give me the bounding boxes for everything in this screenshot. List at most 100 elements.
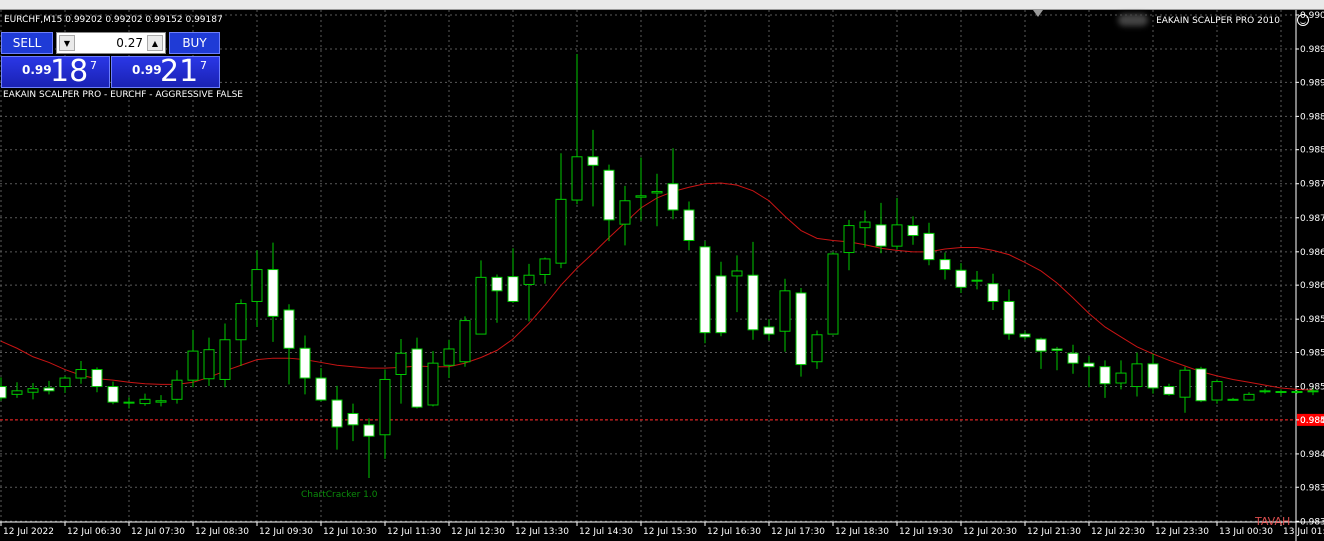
bid-price-button[interactable]: 0.99 18 7 xyxy=(1,54,110,89)
candle-body-bull xyxy=(59,377,71,388)
candle-body-bull xyxy=(443,348,455,366)
candle-body-bull xyxy=(395,352,407,375)
lot-decrease-icon[interactable]: ▼ xyxy=(59,35,75,51)
candle-body-bull xyxy=(1131,363,1143,388)
time-tick-label: 12 Jul 09:30 xyxy=(259,527,313,537)
candle-body-bear xyxy=(795,292,807,366)
bid-prefix: 0.99 xyxy=(22,63,52,77)
candle-body-bear xyxy=(1051,348,1063,351)
candle-body-bull xyxy=(1243,393,1255,401)
candle-body-bear xyxy=(907,225,919,237)
candle-body-bull xyxy=(171,379,183,400)
candle-body-bull xyxy=(651,191,663,194)
candle-body-bull xyxy=(811,334,823,363)
time-tick-label: 12 Jul 15:30 xyxy=(643,527,697,537)
time-tick-label: 12 Jul 16:30 xyxy=(707,527,761,537)
candle-body-bull xyxy=(251,269,263,302)
candle-body-bear xyxy=(491,276,503,292)
horizontal-line: 0.985 xyxy=(0,413,1324,426)
candle-body-bull xyxy=(139,398,151,405)
price-tick-label: 0.984 xyxy=(1300,416,1324,426)
candle-body-bull xyxy=(1115,372,1127,384)
candle-body-bull xyxy=(859,221,871,229)
time-tick-label: 12 Jul 11:30 xyxy=(387,527,441,537)
candle-body-bear xyxy=(1067,352,1079,364)
candle-body-bear xyxy=(699,246,711,334)
ask-fraction: 7 xyxy=(200,59,207,72)
time-tick-label: 12 Jul 13:30 xyxy=(515,527,569,537)
candle-body-bull xyxy=(1227,398,1239,401)
bid-main: 18 xyxy=(50,54,89,89)
candle-body-bear xyxy=(267,269,279,317)
price-tick-label: 0.987 xyxy=(1300,180,1324,190)
candle-body-bear xyxy=(331,399,343,428)
candle-body-bull xyxy=(971,279,983,282)
time-tick-label: 13 Jul 01:30 xyxy=(1283,527,1324,537)
candle-body-bear xyxy=(1019,333,1031,338)
candle-body-bull xyxy=(827,253,839,335)
candle-body-bull xyxy=(523,274,535,285)
expert-status-text: EAKAIN SCALPER PRO - EURCHF - AGGRESSIVE… xyxy=(3,90,243,100)
candle-body-bear xyxy=(1083,362,1095,368)
price-tick-label: 0.987 xyxy=(1300,214,1324,224)
candle-body-bear xyxy=(987,283,999,302)
candle-body-bear xyxy=(107,386,119,403)
candle-body-bear xyxy=(507,276,519,302)
chart-shift-marker[interactable] xyxy=(1033,10,1043,17)
candle-body-bull xyxy=(27,388,39,393)
time-tick-label: 12 Jul 22:30 xyxy=(1091,527,1145,537)
lot-increase-icon[interactable]: ▲ xyxy=(147,35,163,51)
candle-body-bull xyxy=(203,349,215,380)
candle-body-bear xyxy=(1195,368,1207,402)
watermark-text: TAVAH xyxy=(1255,515,1291,528)
price-tick-label: 0.989 xyxy=(1300,78,1324,88)
expert-advisor-name: EAKAIN SCALPER PRO 2010 xyxy=(1156,16,1280,26)
candle-body-bear xyxy=(1163,386,1175,395)
candles xyxy=(0,53,1319,479)
candle-body-bull xyxy=(155,400,167,403)
buy-button[interactable]: BUY xyxy=(169,32,220,54)
candle-body-bear xyxy=(667,183,679,211)
candle-body-bear xyxy=(1035,338,1047,352)
time-tick-label: 12 Jul 18:30 xyxy=(835,527,889,537)
price-tick-label: 0.984 xyxy=(1300,450,1324,460)
chart-cracker-label: ChartCracker 1.0 xyxy=(301,490,378,500)
lot-size-input[interactable]: ▼ 0.27 ▲ xyxy=(56,32,166,54)
price-axis: 0.9900.9890.9890.9880.9880.9870.9870.986… xyxy=(1296,11,1324,527)
chart-area[interactable]: 0.985 0.990 0.989 0.989 0.988 0.988 0.987 0.98… xyxy=(0,10,1324,541)
candle-body-bull xyxy=(187,350,199,381)
candle-body-bull xyxy=(1211,381,1223,401)
price-tick-label: 0.988 xyxy=(1300,112,1324,122)
one-click-trading-panel: SELL ▼ 0.27 ▲ BUY 0.99 18 7 0.99 21 7 xyxy=(1,32,221,89)
time-tick-label: 12 Jul 08:30 xyxy=(195,527,249,537)
lot-value[interactable]: 0.27 xyxy=(116,36,143,50)
candle-body-bull xyxy=(555,198,567,264)
blurred-text xyxy=(1118,14,1148,26)
ask-main: 21 xyxy=(160,54,199,89)
price-tick-label: 0.985 xyxy=(1300,349,1324,359)
symbol-title: EURCHF,M15 0.99202 0.99202 0.99152 0.991… xyxy=(4,15,223,25)
candle-body-bull xyxy=(779,290,791,332)
time-tick-label: 12 Jul 19:30 xyxy=(899,527,953,537)
candle-body-bull xyxy=(731,270,743,277)
candle-body-bear xyxy=(363,424,375,437)
price-tick-label: 0.986 xyxy=(1300,248,1324,258)
ask-price-button[interactable]: 0.99 21 7 xyxy=(111,54,220,89)
price-tick-label: 0.983 xyxy=(1300,483,1324,493)
candle-body-bear xyxy=(347,413,359,426)
expert-smiley-icon xyxy=(1297,14,1309,26)
candle-body-bear xyxy=(763,326,775,335)
time-tick-label: 12 Jul 07:30 xyxy=(131,527,185,537)
sell-button[interactable]: SELL xyxy=(1,32,53,54)
candle-body-bull xyxy=(427,362,439,406)
candle-body-bull xyxy=(891,224,903,247)
time-tick-label: 12 Jul 06:30 xyxy=(67,527,121,537)
candle-body-bull xyxy=(123,401,135,404)
candle-body-bull xyxy=(539,258,551,276)
candle-body-bull xyxy=(1259,390,1271,393)
price-tick-label: 0.985 xyxy=(1300,315,1324,325)
time-tick-label: 12 Jul 2022 xyxy=(3,527,54,537)
time-tick-label: 12 Jul 10:30 xyxy=(323,527,377,537)
candle-body-bear xyxy=(955,269,967,288)
candle-body-bear xyxy=(315,377,327,401)
